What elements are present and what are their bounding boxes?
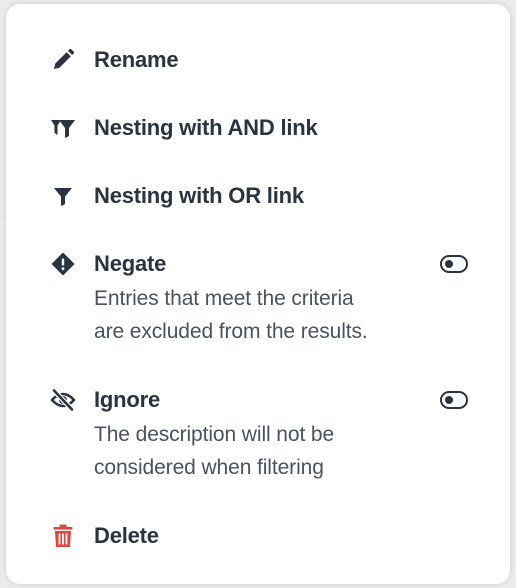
delete-label: Delete: [94, 523, 159, 548]
nest-or-menu-item[interactable]: Nesting with OR link: [6, 176, 510, 216]
ignore-toggle[interactable]: [440, 391, 468, 409]
rename-label: Rename: [94, 47, 179, 72]
nest-and-menu-item[interactable]: Nesting with AND link: [6, 108, 510, 148]
negate-description-line1: Entries that meet the criteria: [94, 287, 354, 310]
ignore-description-line1: The description will not be: [94, 423, 335, 446]
negate-menu-item[interactable]: Negate Entries that meet the criteria ar…: [6, 244, 510, 354]
trash-icon: [50, 523, 76, 549]
ignore-description-line2: considered when filtering: [94, 456, 324, 479]
negate-description-line2: are excluded from the results.: [94, 320, 368, 343]
negate-label: Negate: [94, 251, 167, 276]
ignore-label: Ignore: [94, 387, 161, 412]
pencil-icon: [50, 47, 76, 73]
delete-menu-item[interactable]: Delete: [6, 516, 510, 556]
rename-menu-item[interactable]: Rename: [6, 40, 510, 80]
toggle-knob: [445, 395, 453, 404]
ignore-menu-item[interactable]: Ignore The description will not be consi…: [6, 380, 510, 490]
nest-or-label: Nesting with OR link: [94, 183, 304, 208]
negate-toggle[interactable]: [440, 255, 468, 273]
toggle-knob: [445, 259, 453, 268]
filter-icon: [50, 183, 76, 209]
context-menu: Rename Nesting with AND link Nesting wit…: [6, 4, 510, 584]
diamond-exclamation-icon: [50, 251, 76, 277]
filter-and-icon: [50, 115, 76, 141]
nest-and-label: Nesting with AND link: [94, 115, 318, 140]
eye-slash-icon: [50, 387, 76, 413]
